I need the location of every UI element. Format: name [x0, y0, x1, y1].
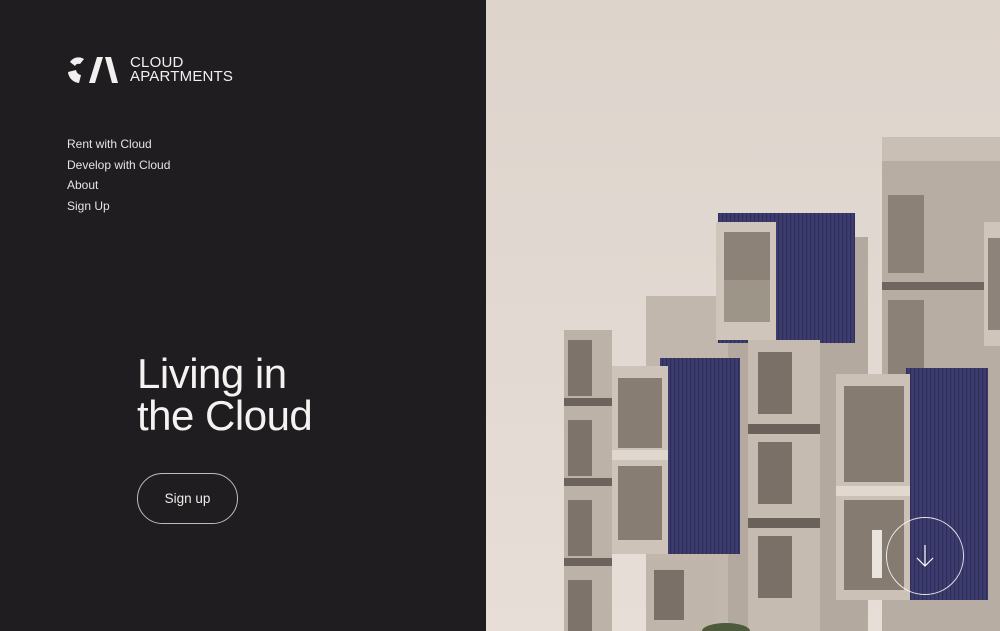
- scroll-down-button[interactable]: [886, 517, 964, 595]
- hero-title-line1: Living in: [137, 350, 287, 397]
- nav-item-sign-up[interactable]: Sign Up: [67, 196, 170, 217]
- sign-up-button[interactable]: Sign up: [137, 473, 238, 524]
- brand-name: CLOUD APARTMENTS: [130, 55, 234, 85]
- brand-logo[interactable]: CLOUD APARTMENTS: [67, 55, 234, 85]
- brand-name-line2: APARTMENTS: [130, 68, 234, 85]
- nav-item-about[interactable]: About: [67, 175, 170, 196]
- left-panel: CLOUD APARTMENTS Rent with Cloud Develop…: [0, 0, 486, 631]
- hero-title-line2: the Cloud: [137, 392, 313, 439]
- nav-item-develop[interactable]: Develop with Cloud: [67, 155, 170, 176]
- nav-item-rent[interactable]: Rent with Cloud: [67, 134, 170, 155]
- arrow-down-icon: [916, 545, 934, 567]
- hero-title: Living in the Cloud: [137, 350, 313, 439]
- main-nav: Rent with Cloud Develop with Cloud About…: [67, 134, 170, 216]
- cloud-logo-icon: [68, 57, 118, 83]
